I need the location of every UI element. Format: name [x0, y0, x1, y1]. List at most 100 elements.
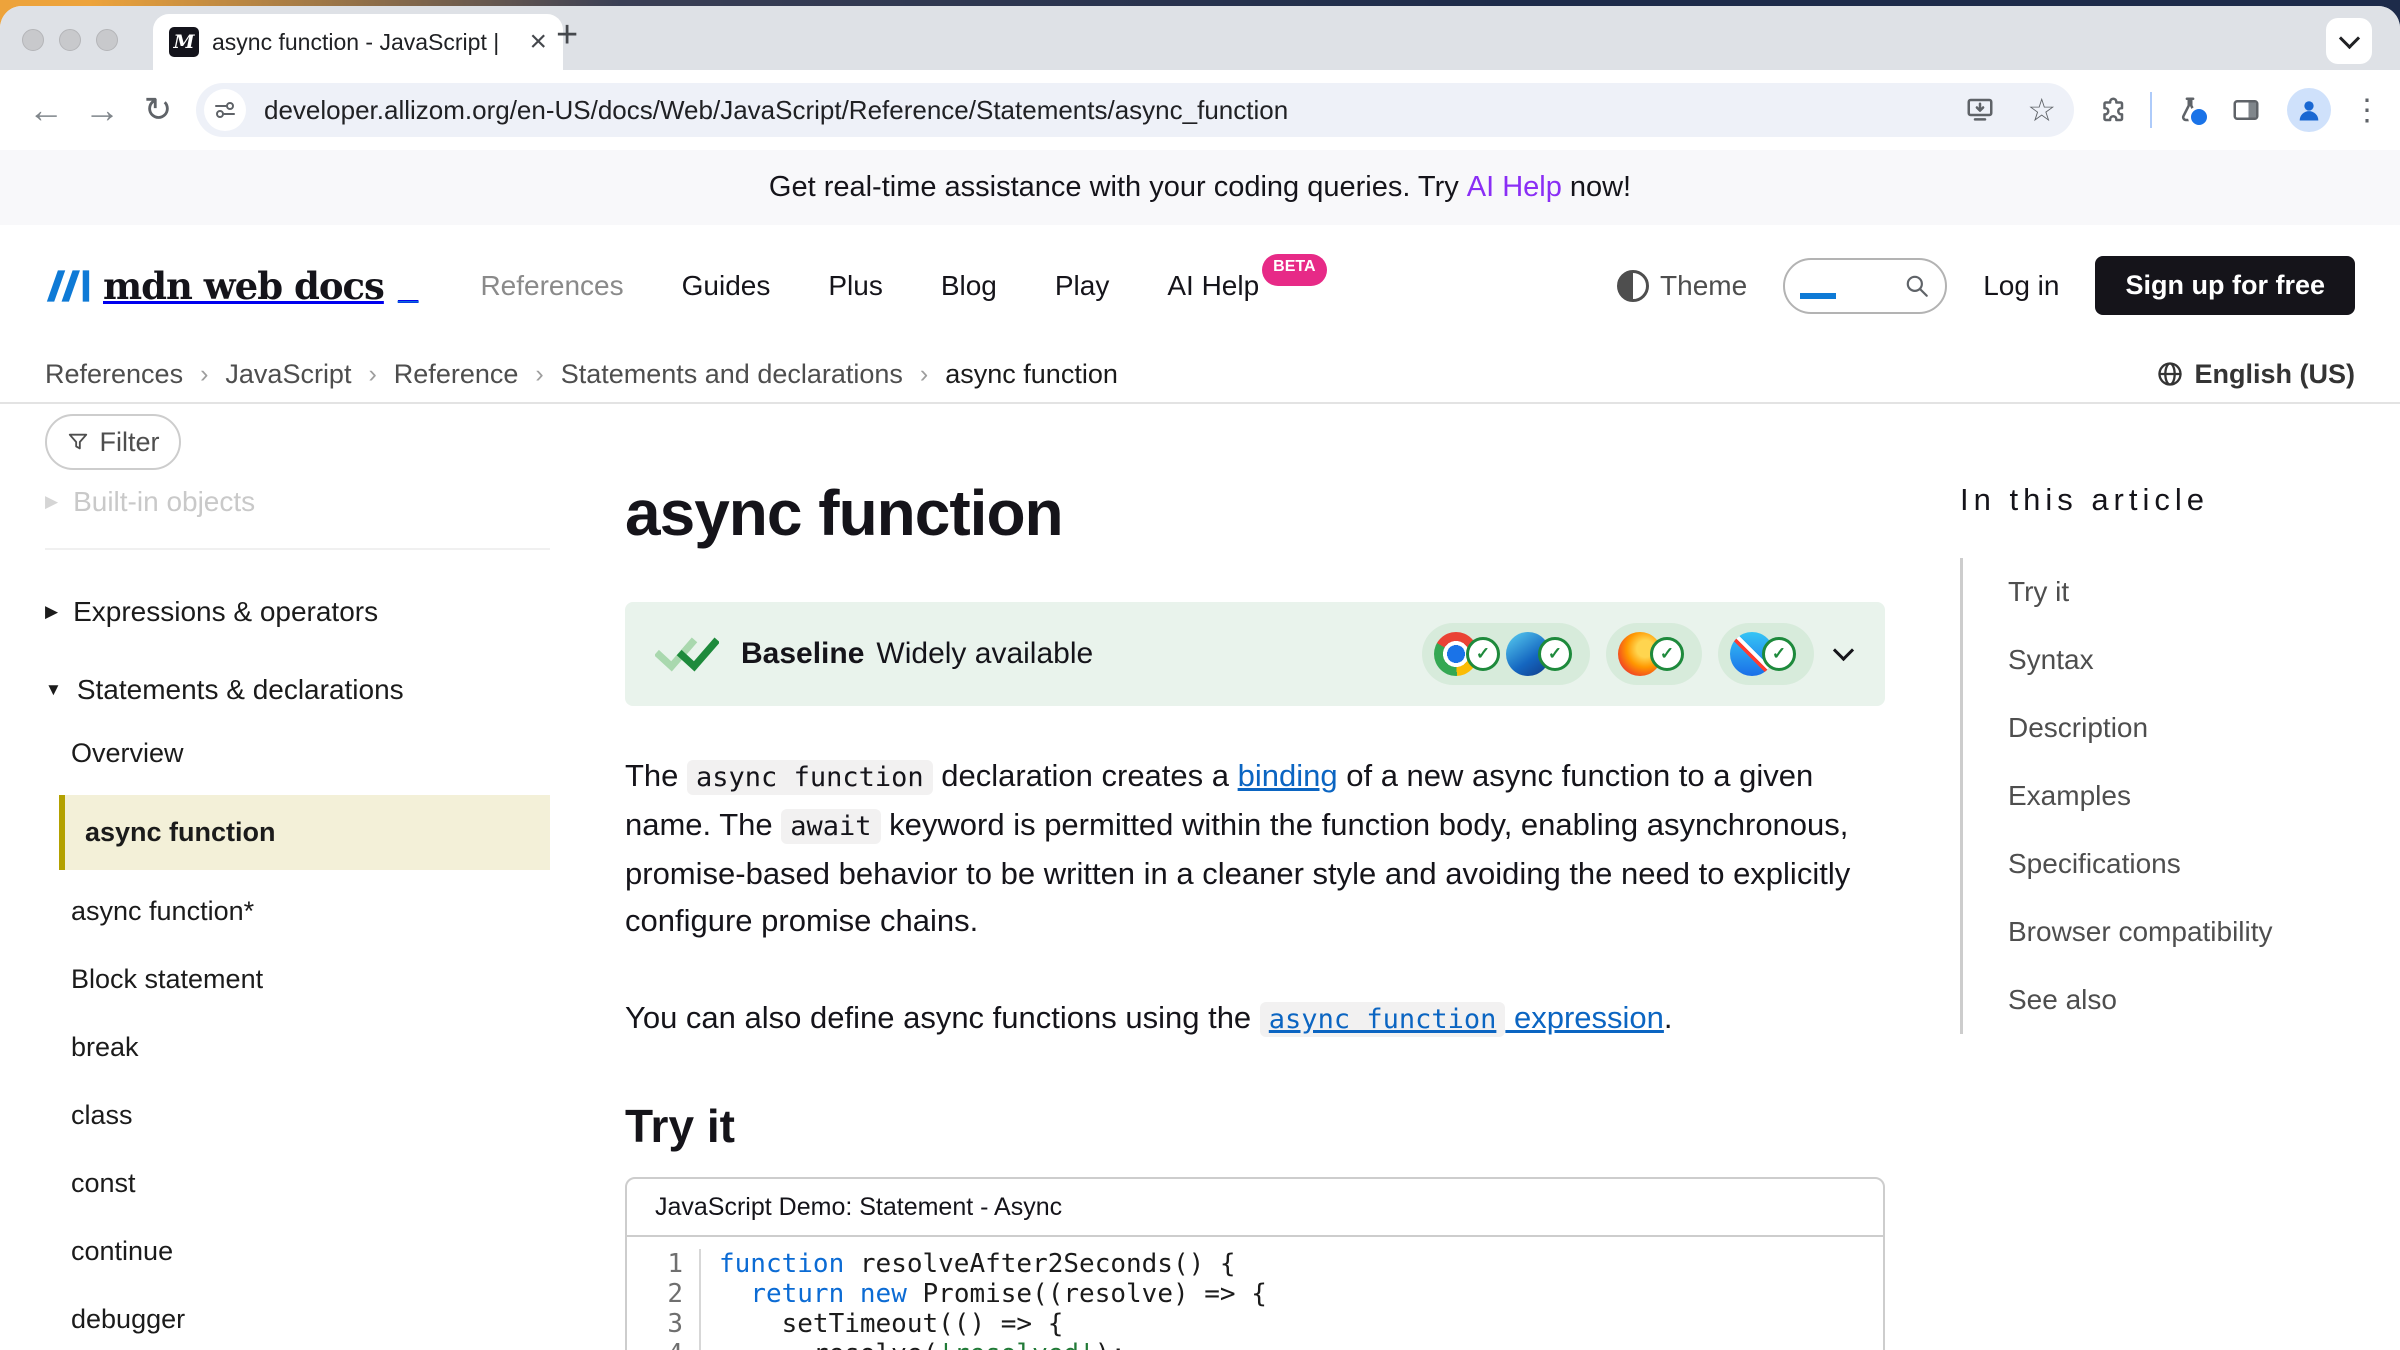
text: declaration creates a — [933, 758, 1238, 793]
browser-tab[interactable]: M async function - JavaScript | × — [153, 14, 563, 70]
intro-paragraph: The async function declaration creates a… — [625, 752, 1885, 944]
tab-search-button[interactable] — [2326, 18, 2372, 64]
nav-item-plus[interactable]: Plus — [828, 270, 882, 302]
close-window-button[interactable] — [22, 29, 44, 51]
page-content: Filter ▶Built-in objects ▶ Expressions & o… — [0, 404, 2400, 1350]
code-editor[interactable]: 1function resolveAfter2Seconds() {2 retu… — [627, 1237, 1883, 1350]
toc-item-try-it[interactable]: Try it — [2008, 558, 2360, 626]
tab-title: async function - JavaScript | — [212, 29, 516, 56]
sidebar-entries: ▶Built-in objects ▶ Expressions & operator… — [45, 486, 550, 1350]
toc-item-browser-compatibility[interactable]: Browser compatibility — [2008, 898, 2360, 966]
tune-icon — [213, 98, 237, 122]
sidebar-item-continue[interactable]: continue — [45, 1218, 550, 1285]
second-paragraph: You can also define async functions usin… — [625, 994, 1885, 1043]
toc-item-see-also[interactable]: See also — [2008, 966, 2360, 1034]
sidebar-section-label: Expressions & operators — [73, 596, 378, 628]
chrome-labs-button[interactable] — [2175, 95, 2205, 125]
baseline-expand-button[interactable] — [1836, 645, 1851, 663]
chevron-collapsed-icon: ▶ — [45, 602, 58, 622]
maximize-window-button[interactable] — [96, 29, 118, 51]
sidebar-section-built-in-objects[interactable]: ▶Built-in objects — [45, 486, 550, 550]
toc-item-description[interactable]: Description — [2008, 694, 2360, 762]
breadcrumb-item-async-function[interactable]: async function — [945, 359, 1118, 390]
text: setTimeout(() => { — [719, 1309, 1063, 1339]
line-number: 2 — [627, 1279, 701, 1309]
forward-button[interactable]: → — [74, 89, 130, 131]
nav-item-ai-help[interactable]: AI HelpBETA — [1167, 270, 1326, 302]
toc-item-examples[interactable]: Examples — [2008, 762, 2360, 830]
line-number: 1 — [627, 1249, 701, 1279]
notification-dot — [2188, 106, 2210, 128]
search-input[interactable] — [1783, 258, 1947, 314]
code-token: function — [719, 1249, 844, 1279]
reload-button[interactable]: ↻ — [130, 90, 186, 130]
browser-menu-button[interactable]: ⋮ — [2352, 93, 2382, 128]
new-tab-button[interactable]: + — [556, 14, 578, 57]
banner-text-after: now! — [1570, 171, 1631, 204]
bookmark-star-icon[interactable]: ☆ — [2027, 91, 2056, 129]
content-link[interactable]: expression — [1505, 1000, 1664, 1035]
breadcrumb-separator: › — [368, 360, 376, 389]
sidebar-item-debugger[interactable]: debugger — [45, 1286, 550, 1350]
nav-item-play[interactable]: Play — [1055, 270, 1109, 302]
sidebar-filter-button[interactable]: Filter — [45, 414, 181, 470]
sidebar-item-block-statement[interactable]: Block statement — [45, 946, 550, 1013]
mdn-logo[interactable]: mdn web docs _ — [45, 263, 418, 309]
url-text[interactable]: developer.allizom.org/en-US/docs/Web/Jav… — [264, 95, 1947, 126]
signup-button[interactable]: Sign up for free — [2095, 256, 2355, 315]
nav-item-references[interactable]: References — [480, 270, 623, 302]
tryit-heading: Try it — [625, 1099, 1885, 1153]
nav-item-guides[interactable]: Guides — [682, 270, 771, 302]
toc-item-syntax[interactable]: Syntax — [2008, 626, 2360, 694]
site-settings-icon[interactable] — [204, 89, 246, 131]
nav-item-blog[interactable]: Blog — [941, 270, 997, 302]
toc-item-specifications[interactable]: Specifications — [2008, 830, 2360, 898]
breadcrumb: References›JavaScript›Reference›Statemen… — [45, 359, 1118, 390]
code-text: return new Promise((resolve) => { — [701, 1279, 1267, 1309]
text — [844, 1279, 860, 1309]
browser-support-group: ✓ — [1718, 623, 1814, 685]
code-line: 1function resolveAfter2Seconds() { — [627, 1249, 1883, 1279]
code-text: function resolveAfter2Seconds() { — [701, 1249, 1236, 1279]
sidebar-item-overview[interactable]: Overview — [45, 720, 550, 787]
browser-support-group: ✓✓ — [1422, 623, 1590, 685]
breadcrumb-item-statements-and-declarations[interactable]: Statements and declarations — [561, 359, 903, 390]
code-token: return — [750, 1279, 844, 1309]
text — [719, 1279, 750, 1309]
sidebar-item-break[interactable]: break — [45, 1014, 550, 1081]
content-link[interactable]: binding — [1238, 758, 1338, 793]
theme-switcher[interactable]: Theme — [1617, 270, 1747, 302]
address-bar[interactable]: developer.allizom.org/en-US/docs/Web/Jav… — [196, 83, 2074, 137]
code-text: setTimeout(() => { — [701, 1309, 1063, 1339]
sidebar-item-const[interactable]: const — [45, 1150, 550, 1217]
language-switcher[interactable]: English (US) — [2156, 359, 2356, 390]
sidebar-item-async-function[interactable]: async function* — [45, 878, 550, 945]
supported-check-icon: ✓ — [1466, 637, 1500, 671]
demo-header: JavaScript Demo: Statement - Async — [627, 1179, 1883, 1237]
breadcrumb-item-reference[interactable]: Reference — [394, 359, 519, 390]
sidebar-section-expressions-operators[interactable]: ▶ Expressions & operators — [45, 596, 550, 628]
tab-close-icon[interactable]: × — [529, 27, 547, 57]
page-title: async function — [625, 476, 1885, 550]
ai-help-link[interactable]: AI Help — [1467, 171, 1562, 204]
baseline-logo-icon — [655, 634, 719, 674]
filter-label: Filter — [100, 427, 160, 458]
side-panel-button[interactable] — [2231, 95, 2261, 125]
chevron-down-icon — [2338, 27, 2359, 48]
breadcrumb-item-references[interactable]: References — [45, 359, 183, 390]
content-code-link[interactable]: async function — [1260, 1000, 1506, 1035]
code-line: 4 resolve('resolved'); — [627, 1339, 1883, 1350]
sidebar-section-statements-declarations[interactable]: ▼Statements & declarations — [45, 674, 550, 706]
toolbar-separator — [2150, 92, 2152, 128]
login-link[interactable]: Log in — [1983, 270, 2059, 302]
breadcrumb-item-javascript[interactable]: JavaScript — [225, 359, 351, 390]
profile-avatar[interactable] — [2287, 88, 2331, 132]
sidebar-item-async-function[interactable]: async function — [59, 795, 550, 870]
minimize-window-button[interactable] — [59, 29, 81, 51]
back-button[interactable]: ← — [18, 89, 74, 131]
nav-item-label: References — [480, 270, 623, 302]
extensions-button[interactable] — [2097, 95, 2127, 125]
side-panel-icon — [2231, 95, 2261, 125]
sidebar-item-class[interactable]: class — [45, 1082, 550, 1149]
install-app-button[interactable] — [1965, 95, 1995, 125]
